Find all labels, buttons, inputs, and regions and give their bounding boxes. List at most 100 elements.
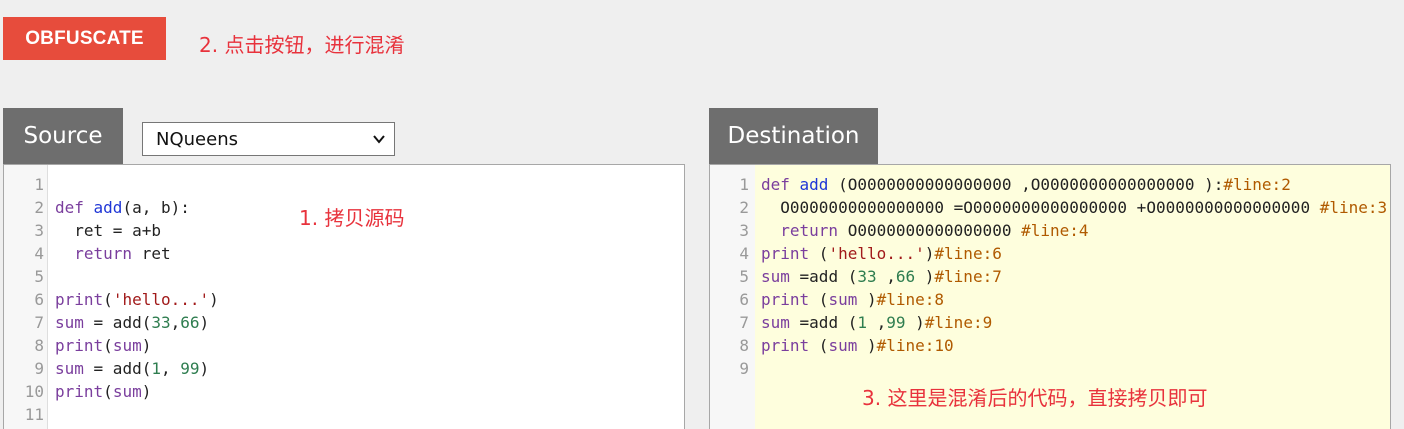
code-token: =add (: [789, 313, 858, 332]
code-token: = add(: [83, 313, 152, 332]
code-token: ): [199, 313, 210, 332]
code-line: 10 print(sum): [4, 380, 684, 403]
code-token: =add (: [789, 267, 858, 286]
code-text: def add(a, b):: [55, 196, 190, 219]
code-token: add: [93, 198, 123, 217]
code-token: (O0000000000000000 ,O0000000000000000 ):: [828, 175, 1224, 194]
code-token: def: [55, 198, 94, 217]
code-token: 66: [895, 267, 916, 286]
code-token: 1: [857, 313, 867, 332]
example-select-value: NQueens: [156, 128, 238, 150]
line-number: 9: [34, 359, 44, 378]
code-line: 2 O0000000000000000 =O0000000000000000 +…: [710, 196, 1390, 219]
code-token: print: [761, 336, 810, 355]
code-token: sum: [828, 336, 858, 355]
annotation-step1: 1. 拷贝源码: [299, 206, 405, 230]
code-token: ): [857, 290, 877, 309]
code-token: #line:4: [1021, 221, 1089, 240]
line-number: 8: [739, 336, 749, 355]
example-select[interactable]: NQueens: [142, 122, 395, 156]
code-token: #line:7: [934, 267, 1002, 286]
code-text: print (sum )#line:10: [761, 334, 954, 357]
code-token: #line:3: [1319, 198, 1388, 217]
code-line: 9 sum = add(1, 99): [4, 357, 684, 380]
code-token: (a, b):: [122, 198, 190, 217]
code-token: (: [809, 290, 829, 309]
code-line: 4 print ('hello...')#line:6: [710, 242, 1390, 265]
code-token: O0000000000000000: [838, 221, 1022, 240]
code-token: ret: [132, 244, 171, 263]
code-token: sum: [761, 267, 790, 286]
destination-code-lines: 1 def add (O0000000000000000 ,O0000000000…: [710, 173, 1390, 380]
line-number: 9: [739, 359, 749, 378]
code-line: 1 def add (O0000000000000000 ,O0000000000…: [710, 173, 1390, 196]
code-text: sum = add(1, 99): [55, 357, 209, 380]
code-token: = add(: [83, 359, 152, 378]
code-text: def add (O0000000000000000 ,O00000000000…: [761, 173, 1291, 196]
line-number: 11: [24, 405, 44, 424]
code-text: sum = add(33,66): [55, 311, 209, 334]
line-number: 7: [34, 313, 44, 332]
code-line: 8 print (sum )#line:10: [710, 334, 1390, 357]
line-number: 10: [24, 382, 44, 401]
code-line: 1: [4, 173, 684, 196]
code-token: print: [55, 290, 104, 309]
line-number: 4: [739, 244, 749, 263]
code-line: 8 print(sum): [4, 334, 684, 357]
code-token: ): [141, 336, 152, 355]
code-line: 5 sum =add (33 ,66 )#line:7: [710, 265, 1390, 288]
code-text: print('hello...'): [55, 288, 219, 311]
tab-destination[interactable]: Destination: [709, 108, 878, 164]
code-token: (: [103, 382, 113, 401]
code-token: sum: [112, 336, 142, 355]
code-line: 4 return ret: [4, 242, 684, 265]
code-token: ): [857, 336, 877, 355]
code-line: 9: [710, 357, 1390, 380]
code-text: print(sum): [55, 380, 151, 403]
code-token: add: [799, 175, 829, 194]
tab-source[interactable]: Source: [3, 108, 123, 164]
code-token: #line:6: [934, 244, 1002, 263]
code-token: ): [141, 382, 152, 401]
code-token: 33: [151, 313, 171, 332]
code-token: ): [199, 359, 210, 378]
code-token: 66: [180, 313, 200, 332]
code-token: ): [924, 244, 935, 263]
code-token: (: [103, 290, 113, 309]
code-token: sum: [55, 359, 84, 378]
code-token: 99: [180, 359, 200, 378]
code-token: O0000000000000000 =O0000000000000000 +O0…: [761, 198, 1320, 217]
code-token: sum: [828, 290, 858, 309]
code-token: (: [809, 244, 829, 263]
code-token: sum: [112, 382, 142, 401]
code-text: print(sum): [55, 334, 151, 357]
line-number: 6: [739, 290, 749, 309]
line-number: 5: [739, 267, 749, 286]
code-token: #line:8: [876, 290, 945, 309]
annotation-step3: 3. 这里是混淆后的代码，直接拷贝即可: [862, 386, 1208, 410]
code-token: def: [761, 175, 800, 194]
code-token: ,: [876, 267, 896, 286]
line-number: 8: [34, 336, 44, 355]
code-text: return O0000000000000000 #line:4: [761, 219, 1089, 242]
line-number: 5: [34, 267, 44, 286]
code-token: ,: [866, 313, 887, 332]
line-number: 1: [739, 175, 749, 194]
code-token: 33: [857, 267, 877, 286]
code-token: 'hello...': [112, 290, 210, 309]
obfuscate-button[interactable]: OBFUSCATE: [3, 17, 166, 60]
code-token: #line:9: [924, 313, 993, 332]
code-token: sum: [55, 313, 84, 332]
line-number: 1: [34, 175, 44, 194]
code-line: 3 return O0000000000000000 #line:4: [710, 219, 1390, 242]
code-token: ): [915, 267, 935, 286]
code-token: (: [103, 336, 113, 355]
code-token: 'hello...': [828, 244, 925, 263]
code-text: O0000000000000000 =O0000000000000000 +O0…: [761, 196, 1387, 219]
code-token: return: [780, 221, 839, 240]
code-token: #line:2: [1223, 175, 1291, 194]
code-text: return ret: [55, 242, 171, 265]
code-token: print: [761, 290, 810, 309]
